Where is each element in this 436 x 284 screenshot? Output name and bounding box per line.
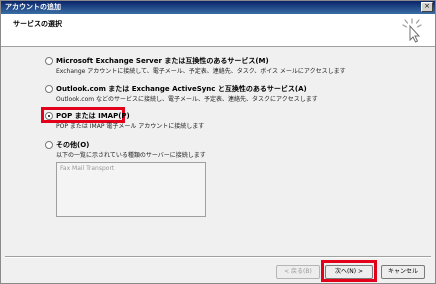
page-title: サービスの選択 — [13, 20, 62, 28]
footer-divider — [5, 256, 431, 258]
window-title: アカウントの追加 — [5, 3, 61, 11]
wizard-header: サービスの選択 — [1, 14, 435, 47]
radio-other[interactable] — [45, 141, 53, 149]
server-type-list[interactable]: Fax Mail Transport — [56, 162, 206, 217]
option-exchange-description: Exchange アカウントに接続して、電子メール、予定表、連絡先、タスク、ボイ… — [56, 68, 346, 75]
option-outlook-com-description: Outlook.com などのサービスに接続し、電子メール、予定表、連絡先、タス… — [56, 96, 318, 103]
service-options: Microsoft Exchange Server または互換性のあるサービス(… — [1, 48, 435, 258]
back-button[interactable]: < 戻る(B) — [276, 265, 320, 279]
radio-pop-imap[interactable] — [45, 112, 53, 120]
option-outlook-com-label: Outlook.com または Exchange ActiveSync と互換性… — [56, 85, 307, 93]
option-pop-imap-label: POP または IMAP(P) — [56, 112, 130, 120]
option-other-description: 以下の一覧に示されている種類のサーバーに接続します — [56, 152, 206, 159]
radio-exchange[interactable] — [45, 57, 53, 65]
wizard-cursor-icon — [402, 18, 422, 43]
list-item[interactable]: Fax Mail Transport — [60, 165, 114, 172]
title-bar: アカウントの追加 × — [1, 1, 435, 14]
cancel-button[interactable]: キャンセル — [381, 265, 425, 279]
close-button[interactable]: × — [421, 2, 433, 12]
radio-outlook-com[interactable] — [45, 85, 53, 93]
add-account-dialog: アカウントの追加 × サービスの選択 Microsoft Exchange Se… — [0, 0, 436, 284]
option-pop-imap-description: POP または IMAP 電子メール アカウントに接続します — [56, 123, 205, 130]
option-exchange-label: Microsoft Exchange Server または互換性のあるサービス(… — [56, 57, 269, 65]
option-other-label: その他(O) — [56, 141, 90, 149]
next-button[interactable]: 次へ(N) > — [325, 265, 373, 279]
